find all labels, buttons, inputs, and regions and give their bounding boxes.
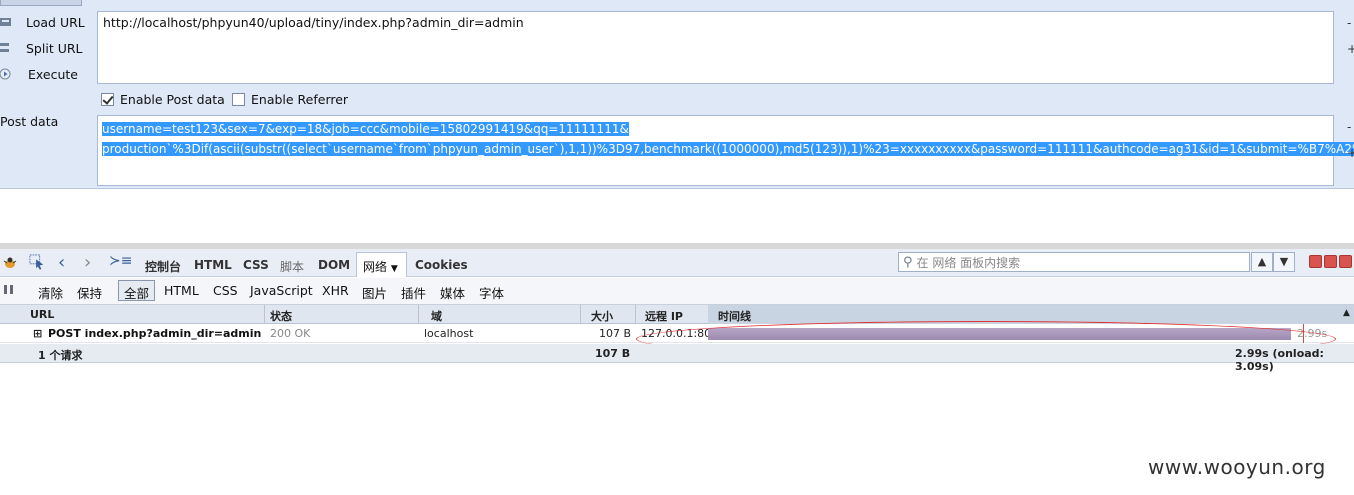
- detach-icon[interactable]: [1324, 255, 1337, 268]
- split-url-icon: [0, 43, 9, 52]
- filter-plugins[interactable]: 插件: [401, 283, 426, 302]
- tab-console[interactable]: 控制台: [145, 258, 181, 275]
- search-placeholder: 在 网络 面板内搜索: [916, 255, 1021, 270]
- enable-referrer-checkbox[interactable]: Enable Referrer: [232, 92, 348, 107]
- enable-post-label: Enable Post data: [120, 92, 225, 107]
- col-remote-ip[interactable]: 远程 IP: [645, 308, 683, 324]
- column-divider[interactable]: [635, 305, 636, 324]
- col-size[interactable]: 大小: [591, 308, 613, 324]
- filter-javascript[interactable]: JavaScript: [250, 283, 313, 298]
- chevron-up-icon: ▲: [1257, 255, 1267, 268]
- search-next-button[interactable]: ▼: [1273, 252, 1295, 272]
- tab-html[interactable]: HTML: [194, 258, 232, 272]
- net-summary-row: 1 个请求 107 B 2.99s (onload: 3.09s): [0, 344, 1354, 373]
- summary-timing: 2.99s (onload: 3.09s): [1235, 347, 1324, 373]
- firebug-toolbar: ‹ › ≻≡ 控制台 HTML CSS 脚本 DOM 网络 ▼ Cookies …: [0, 249, 1354, 277]
- execute-button[interactable]: Execute: [0, 64, 78, 84]
- inspect-icon[interactable]: [28, 254, 46, 270]
- col-status[interactable]: 状态: [270, 308, 292, 324]
- chevron-down-icon: ▼: [390, 264, 398, 274]
- play-icon: [0, 68, 11, 80]
- net-table-header: URL 状态 域 大小 远程 IP 时间线 ▲: [0, 305, 1354, 324]
- col-timeline[interactable]: 时间线: [718, 308, 751, 324]
- pause-icon[interactable]: [2, 284, 16, 298]
- column-divider[interactable]: [264, 305, 265, 324]
- load-url-icon: [0, 18, 11, 26]
- column-menu-icon[interactable]: ▲: [1343, 308, 1350, 318]
- post-data-label: Post data: [0, 114, 59, 129]
- expand-icon[interactable]: ⊞: [33, 327, 42, 340]
- net-filter-bar: 清除 保持 全部 HTML CSS JavaScript XHR 图片 插件 媒…: [0, 278, 1354, 305]
- filter-fonts[interactable]: 字体: [479, 283, 504, 302]
- row-size: 107 B: [599, 327, 632, 340]
- col-url[interactable]: URL: [30, 308, 54, 321]
- persist-button[interactable]: 保持: [77, 283, 102, 302]
- back-arrow-icon[interactable]: ‹: [58, 252, 65, 273]
- filter-xhr[interactable]: XHR: [322, 283, 349, 298]
- post-data-input[interactable]: username=test123&sex=7&exp=18&job=ccc&mo…: [97, 115, 1354, 186]
- col-domain[interactable]: 域: [431, 308, 442, 324]
- close-icon[interactable]: [1339, 255, 1352, 268]
- checkbox-checked[interactable]: [101, 93, 114, 106]
- column-divider[interactable]: [580, 305, 581, 324]
- tab-dom[interactable]: DOM: [318, 258, 350, 272]
- url-expand-button[interactable]: +: [1347, 42, 1354, 56]
- chevron-down-icon: ▼: [1279, 255, 1289, 268]
- firebug-icon[interactable]: [2, 255, 18, 271]
- summary-size: 107 B: [595, 347, 631, 360]
- minimize-icon[interactable]: [1309, 255, 1322, 268]
- tab-css[interactable]: CSS: [243, 258, 269, 272]
- tab-cookies[interactable]: Cookies: [415, 258, 468, 272]
- checkbox-unchecked[interactable]: [232, 93, 245, 106]
- filter-css[interactable]: CSS: [213, 283, 238, 298]
- enable-referrer-label: Enable Referrer: [251, 92, 349, 107]
- search-prev-button[interactable]: ▲: [1251, 252, 1273, 272]
- load-url-button[interactable]: Load URL: [0, 12, 85, 32]
- url-input[interactable]: http://localhost/phpyun40/upload/tiny/in…: [97, 11, 1334, 84]
- split-url-label: Split URL: [26, 40, 83, 56]
- post-data-line-1: username=test123&sex=7&exp=18&job=ccc&mo…: [102, 122, 629, 136]
- row-url: POST index.php?admin_dir=admin: [48, 327, 262, 340]
- tab-script[interactable]: 脚本: [280, 258, 304, 275]
- filter-media[interactable]: 媒体: [440, 283, 465, 302]
- load-url-label: Load URL: [26, 14, 85, 30]
- forward-arrow-icon[interactable]: ›: [84, 252, 91, 273]
- clear-button[interactable]: 清除: [38, 283, 63, 302]
- execute-label: Execute: [28, 66, 78, 82]
- tab-net-label: 网络: [363, 260, 388, 274]
- row-status: 200 OK: [270, 327, 311, 340]
- post-expand-button[interactable]: +: [1347, 146, 1354, 160]
- split-url-button[interactable]: Split URL: [0, 38, 83, 58]
- search-input[interactable]: ⚲ 在 网络 面板内搜索: [898, 252, 1250, 272]
- row-domain: localhost: [424, 327, 474, 340]
- summary-requests: 1 个请求: [38, 349, 83, 362]
- toolbar-edge: [0, 0, 82, 6]
- hackbar-panel: Load URL Split URL Execute http://localh…: [0, 0, 1354, 189]
- search-icon: ⚲: [903, 254, 913, 270]
- column-divider[interactable]: [418, 305, 419, 324]
- filter-html[interactable]: HTML: [164, 283, 199, 298]
- post-shrink-button[interactable]: -: [1347, 120, 1351, 134]
- url-shrink-button[interactable]: -: [1347, 16, 1351, 30]
- watermark: www.wooyun.org: [1148, 455, 1326, 479]
- filter-all-button[interactable]: 全部: [118, 280, 155, 301]
- post-data-line-2: production`%3Dif(ascii(substr((select`us…: [102, 142, 1354, 156]
- command-line-icon[interactable]: ≻≡: [109, 253, 132, 269]
- filter-images[interactable]: 图片: [362, 283, 387, 302]
- enable-post-checkbox[interactable]: Enable Post data: [101, 92, 225, 107]
- tab-net[interactable]: 网络 ▼: [356, 252, 407, 277]
